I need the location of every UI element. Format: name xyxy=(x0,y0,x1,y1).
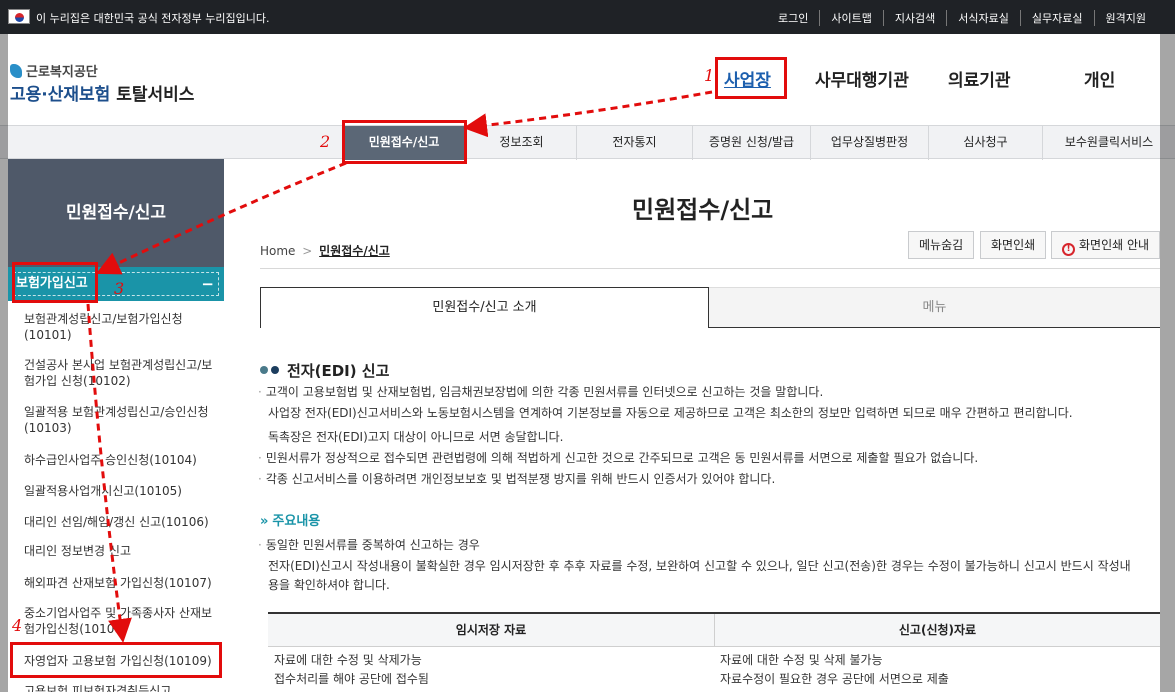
breadcrumb-separator: > xyxy=(302,244,313,258)
sidebar-item-10107[interactable]: 해외파견 산재보험 가입신청(10107) xyxy=(24,575,220,591)
user-tab-individual[interactable]: 개인 xyxy=(1084,66,1115,91)
gnb-disease-judgment[interactable]: 업무상질병판정 xyxy=(810,126,928,160)
overlay-edge xyxy=(1160,34,1175,692)
gnb-info-lookup[interactable]: 정보조회 xyxy=(466,126,576,160)
sidebar-item-10106[interactable]: 대리인 선임/해임/갱신 신고(10106) xyxy=(24,514,220,530)
agency-logo[interactable]: 근로복지공단 xyxy=(10,61,98,80)
bullet-icon xyxy=(271,366,279,374)
gnb-certificate[interactable]: 증명원 신청/발급 xyxy=(692,126,810,160)
paragraph: · 동일한 민원서류를 중복하여 신고하는 경우 xyxy=(258,538,480,552)
table-cell: 자료에 대한 수정 및 삭제가능 xyxy=(274,653,422,667)
step-number: 4 xyxy=(12,616,23,635)
step-1-highlight xyxy=(715,57,787,99)
login-link[interactable]: 로그인 xyxy=(767,10,819,26)
divider xyxy=(260,268,1160,269)
gnb-review-request[interactable]: 심사청구 xyxy=(928,126,1042,160)
double-chevron-icon: » xyxy=(260,514,269,529)
table-header-filed: 신고(신청)자료 xyxy=(714,614,1160,647)
paragraph: · 민원서류가 정상적으로 접수되면 관련법령에 의해 적법하게 신고한 것으로 … xyxy=(258,451,979,465)
sidebar-item-10105[interactable]: 일괄적용사업개시신고(10105) xyxy=(24,483,220,499)
alert-icon: ! xyxy=(1062,243,1075,256)
table-cell: 자료수정이 필요한 경우 공단에 서면으로 제출 xyxy=(720,672,949,686)
paragraph: · 고객이 고용보험법 및 산재보험법, 임금채권보장법에 의한 각종 민원서류를… xyxy=(258,385,824,399)
sidebar-item-employment-acquire[interactable]: 고용보험 피보험자격취득신고 xyxy=(24,683,220,692)
agency-name: 근로복지공단 xyxy=(26,65,98,80)
sitemap-link[interactable]: 사이트맵 xyxy=(819,10,882,26)
breadcrumb-home[interactable]: Home xyxy=(260,244,295,258)
hide-menu-button[interactable]: 메뉴숨김 xyxy=(908,231,975,259)
forms-library-link[interactable]: 서식자료실 xyxy=(946,10,1020,26)
gnb-e-notice[interactable]: 전자통지 xyxy=(576,126,692,160)
tab-menu[interactable]: 메뉴 xyxy=(709,287,1160,328)
sidebar-item-agent-change[interactable]: 대리인 정보변경 신고 xyxy=(24,543,220,559)
sub-title: » 주요내용 xyxy=(260,514,321,529)
collapse-icon[interactable]: − xyxy=(201,267,214,301)
government-banner: 이 누리집은 대한민국 공식 전자정부 누리집입니다. 로그인 사이트맵 지사검… xyxy=(0,0,1175,34)
sidebar-item-10101[interactable]: 보험관계성립신고/보험가입신청(10101) xyxy=(24,311,220,343)
step-number: 2 xyxy=(320,132,331,151)
site-logo-primary: 고용·산재보험 xyxy=(10,85,111,105)
paragraph: 용을 확인하셔야 합니다. xyxy=(268,578,390,592)
breadcrumb-current[interactable]: 민원접수/신고 xyxy=(319,244,390,258)
paragraph: · 각종 신고서비스를 이용하려면 개인정보보호 및 법적분쟁 방지를 위해 반드… xyxy=(258,472,776,486)
step-2-highlight xyxy=(342,120,467,164)
table-cell: 접수처리를 해야 공단에 접수됨 xyxy=(274,672,429,686)
tab-intro[interactable]: 민원접수/신고 소개 xyxy=(260,287,709,328)
government-banner-text: 이 누리집은 대한민국 공식 전자정부 누리집입니다. xyxy=(36,12,270,25)
korea-flag-icon xyxy=(8,9,30,24)
user-tab-agency[interactable]: 사무대행기관 xyxy=(815,66,909,91)
user-tab-medical[interactable]: 의료기관 xyxy=(948,66,1011,91)
step-number: 3 xyxy=(114,279,125,298)
table-header-temp: 임시저장 자료 xyxy=(268,614,714,647)
print-guide-button[interactable]: ! 화면인쇄 안내 xyxy=(1051,231,1161,259)
sidebar-item-10104[interactable]: 하수급인사업주 승인신청(10104) xyxy=(24,452,220,468)
branch-search-link[interactable]: 지사검색 xyxy=(882,10,946,26)
page-title: 민원접수/신고 xyxy=(632,196,774,224)
paragraph: 사업장 전자(EDI)신고서비스와 노동보험시스템을 연계하여 기본정보를 자동… xyxy=(268,406,1073,420)
remote-support-link[interactable]: 원격지원 xyxy=(1093,10,1157,26)
gnb-payroll-service[interactable]: 보수원클릭서비스 xyxy=(1042,126,1175,160)
step-3-highlight xyxy=(12,262,98,303)
overlay-edge xyxy=(0,34,8,692)
sidebar-item-10108[interactable]: 중소기업사업주 및 가족종사자 산재보험가입신청(10108) xyxy=(24,605,220,637)
practice-library-link[interactable]: 실무자료실 xyxy=(1019,10,1094,26)
step-number: 1 xyxy=(704,66,715,85)
step-4-highlight xyxy=(10,642,222,678)
table-cell: 자료에 대한 수정 및 삭제 불가능 xyxy=(720,653,883,667)
main-menu: 민원접수/신고 정보조회 전자통지 증명원 신청/발급 업무상질병판정 심사청구… xyxy=(0,125,1175,160)
sidebar-item-10103[interactable]: 일괄적용 보험관계성립신고/승인신청(10103) xyxy=(24,404,220,436)
print-guide-label: 화면인쇄 안내 xyxy=(1079,238,1150,252)
comwel-logo-icon xyxy=(10,64,22,78)
section-title-text: 전자(EDI) 신고 xyxy=(287,362,390,380)
site-logo-secondary: 토탈서비스 xyxy=(110,85,195,105)
paragraph: 전자(EDI)신고시 작성내용이 불확실한 경우 임시저장한 후 추후 자료를 … xyxy=(268,559,1131,573)
sidebar-item-10102[interactable]: 건설공사 본사업 보험관계성립신고/보험가입 신청(10102) xyxy=(24,357,220,389)
print-button[interactable]: 화면인쇄 xyxy=(980,231,1047,259)
utility-links: 로그인 사이트맵 지사검색 서식자료실 실무자료실 원격지원 xyxy=(767,10,1157,26)
breadcrumb: Home > 민원접수/신고 xyxy=(260,242,390,259)
sidebar-title: 민원접수/신고 xyxy=(8,159,224,267)
arrow-step1-to-step2 xyxy=(463,90,713,138)
bullet-icon xyxy=(260,366,268,374)
section-title: 전자(EDI) 신고 xyxy=(260,360,389,381)
site-logo[interactable]: 고용·산재보험 토탈서비스 xyxy=(10,80,194,105)
paragraph: 독촉장은 전자(EDI)고지 대상이 아니므로 서면 송달합니다. xyxy=(268,430,564,444)
